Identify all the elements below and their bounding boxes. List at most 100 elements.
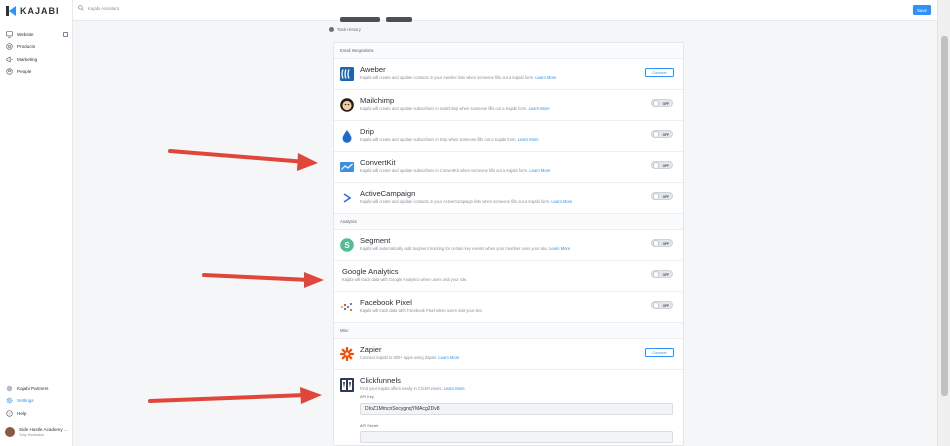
learn-more-link[interactable]: Learn More bbox=[518, 137, 539, 142]
search-placeholder: Kajabi Assistant bbox=[88, 5, 119, 11]
integration-title: Clickfunnels bbox=[360, 376, 401, 385]
integration-description: Kajabi will create and update contacts i… bbox=[360, 75, 557, 80]
toggle-knob bbox=[652, 162, 659, 169]
drip-toggle[interactable]: OFF bbox=[651, 130, 673, 138]
search-icon bbox=[78, 5, 84, 11]
toggle-state: OFF bbox=[662, 194, 669, 199]
segment-toggle[interactable]: OFF bbox=[651, 239, 673, 247]
segment-logo-icon: S bbox=[340, 238, 354, 252]
integration-row-facebook-pixel: Facebook Pixel Kajabi will track data wi… bbox=[334, 292, 683, 323]
sidebar-item-help[interactable]: ? Help bbox=[6, 407, 68, 420]
gear-icon bbox=[6, 397, 13, 404]
integration-row-google-analytics: Google Analytics Kajabi will track data … bbox=[334, 261, 683, 292]
toggle-knob bbox=[652, 100, 659, 107]
integration-row-activecampaign: ActiveCampaign Kajabi will create and up… bbox=[334, 183, 683, 214]
integration-title: Segment bbox=[360, 236, 391, 245]
sidebar-item-website[interactable]: Website bbox=[6, 28, 68, 41]
sidebar-item-settings[interactable]: Settings bbox=[6, 395, 68, 408]
save-button[interactable]: Save bbox=[913, 5, 931, 15]
integration-title: ConvertKit bbox=[360, 158, 396, 167]
toggle-knob bbox=[652, 193, 659, 200]
clickfunnels-logo-icon bbox=[340, 378, 354, 392]
api-key-label: API Key bbox=[360, 395, 374, 399]
integration-title: Aweber bbox=[360, 65, 386, 74]
mailchimp-toggle[interactable]: OFF bbox=[651, 99, 673, 107]
zapier-connect-button[interactable]: Connect bbox=[645, 348, 674, 357]
kajabi-logo[interactable]: KAJABI bbox=[6, 5, 60, 17]
sidebar-item-label: Settings bbox=[17, 398, 34, 404]
integration-description: Kajabi will track data with Facebook Pix… bbox=[360, 308, 483, 313]
learn-more-link[interactable]: Learn More bbox=[529, 168, 550, 173]
section-header-misc: Misc bbox=[334, 323, 683, 339]
top-bar: Kajabi Assistant Save bbox=[73, 0, 937, 21]
sidebar-item-products[interactable]: Products bbox=[6, 41, 68, 54]
integrations-card: Email Integrations Aweber Kajabi will cr… bbox=[333, 42, 684, 446]
convertkit-toggle[interactable]: OFF bbox=[651, 161, 673, 169]
learn-more-link[interactable]: Learn More bbox=[444, 386, 465, 391]
annotation-arrow-clickfunnels bbox=[148, 387, 322, 404]
integration-title: Drip bbox=[360, 127, 374, 136]
scrollbar-thumb[interactable] bbox=[941, 36, 948, 396]
task-history-label: Task History bbox=[337, 27, 361, 32]
integration-title: Zapier bbox=[360, 345, 382, 354]
search-bar[interactable]: Kajabi Assistant bbox=[78, 5, 119, 11]
account-role: Tony Hostrados bbox=[19, 433, 44, 437]
section-header-analytics: Analytics bbox=[334, 214, 683, 230]
people-icon bbox=[6, 68, 13, 75]
avatar bbox=[5, 427, 15, 437]
toggle-state: OFF bbox=[662, 163, 669, 168]
activecampaign-toggle[interactable]: OFF bbox=[651, 192, 673, 200]
scrollbar[interactable] bbox=[937, 0, 950, 446]
integration-title: Mailchimp bbox=[360, 96, 395, 105]
monitor-icon bbox=[6, 31, 13, 38]
account-switcher[interactable]: Side Hustle Academy ... Tony Hostrados bbox=[5, 427, 68, 437]
integration-description: Kajabi will create and update subscriber… bbox=[360, 137, 539, 142]
convertkit-logo-icon bbox=[340, 160, 354, 174]
integration-title: Facebook Pixel bbox=[360, 298, 412, 307]
integration-description: Kajabi will create and update contacts i… bbox=[360, 199, 573, 204]
integration-row-zapier: Zapier Connect Kajabi to 500+ apps using… bbox=[334, 339, 683, 370]
integration-description: Kajabi will create and update subscriber… bbox=[360, 168, 551, 173]
integration-row-segment: S Segment Kajabi will automatically add … bbox=[334, 230, 683, 261]
google-analytics-toggle[interactable]: OFF bbox=[651, 270, 673, 278]
svg-text:?: ? bbox=[8, 412, 10, 416]
learn-more-link[interactable]: Learn More bbox=[549, 246, 570, 251]
toggle-state: OFF bbox=[662, 241, 669, 246]
aweber-connect-button[interactable]: Connect bbox=[645, 68, 674, 77]
facebook-pixel-toggle[interactable]: OFF bbox=[651, 301, 673, 309]
external-link-icon[interactable] bbox=[63, 31, 68, 37]
sidebar-item-kajabi-partners[interactable]: Kajabi Partners bbox=[6, 382, 68, 395]
page-title-fragment bbox=[340, 17, 380, 22]
learn-more-link[interactable]: Learn More bbox=[529, 106, 550, 111]
kajabi-logo-icon bbox=[6, 6, 16, 16]
sidebar-item-label: Website bbox=[17, 31, 34, 37]
sidebar-bottom-nav: Kajabi Partners Settings ? Help bbox=[6, 382, 68, 420]
api-secret-input[interactable] bbox=[360, 431, 673, 443]
integration-title: Google Analytics bbox=[342, 267, 399, 276]
svg-text:S: S bbox=[344, 241, 350, 250]
sidebar-item-label: Products bbox=[17, 44, 36, 50]
toggle-state: OFF bbox=[662, 303, 669, 308]
section-header-email: Email Integrations bbox=[334, 43, 683, 59]
learn-more-link[interactable]: Learn More bbox=[551, 199, 572, 204]
sidebar-item-marketing[interactable]: Marketing bbox=[6, 53, 68, 66]
learn-more-link[interactable]: Learn More bbox=[535, 75, 556, 80]
zapier-logo-icon bbox=[340, 347, 354, 361]
page-title-fragment bbox=[386, 17, 412, 22]
toggle-knob bbox=[652, 271, 659, 278]
integration-description: Kajabi will automatically add Segment tr… bbox=[360, 246, 571, 251]
sidebar-item-label: Help bbox=[17, 410, 27, 416]
api-key-input[interactable] bbox=[360, 403, 673, 415]
toggle-state: OFF bbox=[662, 101, 669, 106]
learn-more-link[interactable]: Learn More bbox=[438, 355, 459, 360]
sidebar-item-people[interactable]: People bbox=[6, 66, 68, 79]
integration-description: Connect Kajabi to 500+ apps using Zapier… bbox=[360, 355, 460, 360]
help-icon: ? bbox=[6, 410, 13, 417]
sidebar-nav: Website Products Marketing People bbox=[6, 28, 68, 78]
sidebar-item-label: Marketing bbox=[17, 56, 38, 62]
aweber-logo-icon bbox=[340, 67, 354, 81]
toggle-state: OFF bbox=[662, 272, 669, 277]
integration-row-clickfunnels: Clickfunnels Find your Kajabi offers eas… bbox=[334, 370, 683, 445]
task-history-link[interactable]: Task History bbox=[329, 27, 361, 32]
toggle-knob bbox=[652, 302, 659, 309]
